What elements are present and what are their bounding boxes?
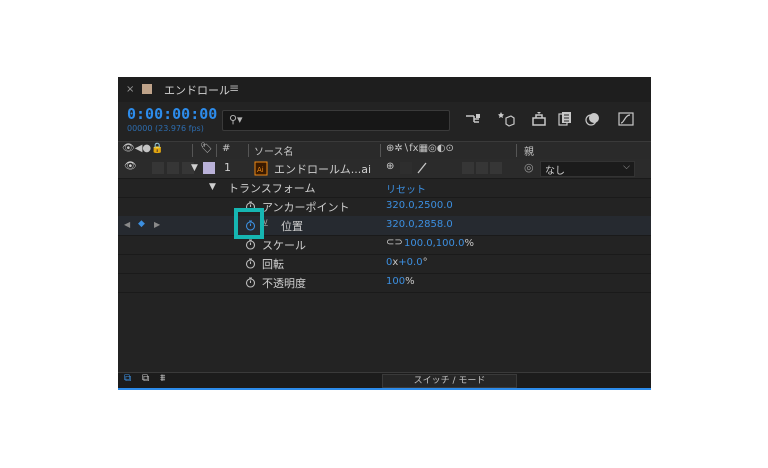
transform-reset-link[interactable]: リセット	[386, 181, 426, 196]
draft-3d-icon[interactable]	[497, 110, 515, 128]
stopwatch-icon[interactable]	[245, 258, 256, 269]
property-label: アンカーポイント	[262, 201, 350, 214]
property-label: 不透明度	[262, 277, 306, 290]
pick-whip-icon[interactable]: ◎	[524, 161, 534, 174]
layer-number: 1	[224, 161, 231, 174]
motion-blur-icon[interactable]	[584, 110, 602, 128]
stopwatch-highlight-box	[234, 208, 264, 239]
adjustment-switch[interactable]	[476, 162, 488, 174]
svg-text:Ai: Ai	[257, 166, 264, 174]
current-time-display[interactable]: 0:00:00:00	[127, 105, 217, 123]
timeline-panel: × エンドロール ≡ 0:00:00:00 00000 (23.976 fps)…	[118, 77, 651, 390]
constrain-proportions-icon[interactable]: ⊂⊃	[386, 237, 403, 248]
property-value[interactable]: 100%	[386, 276, 415, 287]
property-label: スケール	[262, 239, 306, 252]
illustrator-file-icon: Ai	[254, 161, 268, 176]
frame-blending-icon[interactable]	[556, 110, 574, 128]
layer-label-color[interactable]	[203, 162, 215, 174]
layer-number-header[interactable]: #	[222, 143, 230, 154]
next-keyframe-icon[interactable]: ▶	[154, 220, 160, 229]
property-label: 回転	[262, 258, 284, 271]
solo-switch[interactable]	[167, 162, 179, 174]
toggle-switches-modes-button[interactable]: スイッチ / モード	[382, 374, 517, 388]
panel-menu-icon[interactable]: ≡	[229, 81, 239, 95]
search-icon: ⚲▾	[229, 113, 243, 126]
stopwatch-icon[interactable]	[245, 239, 256, 250]
property-label: 位置	[281, 220, 303, 233]
shy-switch-icon[interactable]: ⊕	[386, 161, 394, 172]
layer-search-field[interactable]: ⚲▾	[222, 110, 450, 131]
comp-flowchart-icon[interactable]	[464, 110, 482, 128]
graph-editor-icon[interactable]	[617, 110, 635, 128]
property-row-position[interactable]: ◀ ◆ ▶ ⊻ 位置 320.0,2858.0	[118, 216, 651, 236]
layer-name[interactable]: エンドロールム...ai	[274, 161, 371, 177]
frame-count-display: 00000 (23.976 fps)	[127, 124, 204, 133]
transform-group-row[interactable]: ▼ トランスフォーム リセット	[118, 178, 651, 198]
property-value[interactable]: 320.0,2500.0	[386, 200, 453, 211]
timeline-tab-bar: × エンドロール ≡	[118, 77, 651, 102]
stopwatch-icon[interactable]	[245, 277, 256, 288]
add-keyframe-icon[interactable]: ◆	[138, 219, 145, 229]
property-row-scale[interactable]: スケール ⊂⊃ 100.0,100.0%	[118, 235, 651, 255]
parent-dropdown-value: なし	[545, 166, 565, 177]
timeline-footer: ⧉ ⧉ ⩩ スイッチ / モード	[118, 372, 651, 388]
chevron-down-icon: ⌵	[623, 162, 630, 172]
in-out-pane-icon[interactable]: ⩩	[160, 373, 165, 384]
audio-switch[interactable]	[152, 162, 164, 174]
previous-keyframe-icon[interactable]: ◀	[124, 220, 130, 229]
property-row-anchor-point[interactable]: アンカーポイント 320.0,2500.0	[118, 197, 651, 217]
panel-focus-bar	[118, 388, 651, 390]
property-value[interactable]: 320.0,2858.0	[386, 219, 453, 230]
parent-header[interactable]: 親	[524, 143, 534, 158]
3d-layer-switch[interactable]	[490, 162, 502, 174]
property-row-opacity[interactable]: 不透明度 100%	[118, 273, 651, 293]
column-header-row: 👁◀●🔒 🏷 # ソース名 ⊕✲∖fx▦◎◐⊙ 親	[118, 141, 651, 160]
property-value[interactable]: 0x+0.0°	[386, 257, 428, 268]
av-features-header[interactable]: 👁◀●🔒	[122, 143, 164, 154]
label-header-icon[interactable]: 🏷	[200, 143, 213, 154]
switches-header[interactable]: ⊕✲∖fx▦◎◐⊙	[386, 143, 454, 154]
expand-layer-icon[interactable]: ▼	[191, 163, 198, 173]
visibility-eye-icon[interactable]: 👁	[124, 161, 137, 172]
comp-color-swatch	[142, 84, 152, 94]
layer-switches-pane-icon[interactable]: ⧉	[124, 373, 131, 384]
transform-label: トランスフォーム	[228, 182, 316, 195]
collapse-switch[interactable]	[400, 162, 412, 174]
layer-row[interactable]: 👁 ▼ 1 Ai エンドロールム...ai ⊕ ◎ なし ⌵	[118, 159, 651, 179]
property-value[interactable]: 100.0,100.0%	[404, 238, 474, 249]
parent-dropdown[interactable]: なし ⌵	[540, 161, 635, 177]
quality-switch-icon[interactable]	[416, 162, 428, 174]
close-tab-icon[interactable]: ×	[126, 84, 134, 95]
shy-layers-icon[interactable]	[530, 110, 548, 128]
search-input[interactable]	[249, 112, 443, 129]
motion-blur-switch[interactable]	[462, 162, 474, 174]
comp-tab-title[interactable]: エンドロール	[164, 82, 230, 98]
property-row-rotation[interactable]: 回転 0x+0.0°	[118, 254, 651, 274]
source-name-header[interactable]: ソース名	[254, 143, 294, 158]
collapse-transform-icon[interactable]: ▼	[209, 182, 216, 192]
modes-pane-icon[interactable]: ⧉	[142, 373, 149, 384]
